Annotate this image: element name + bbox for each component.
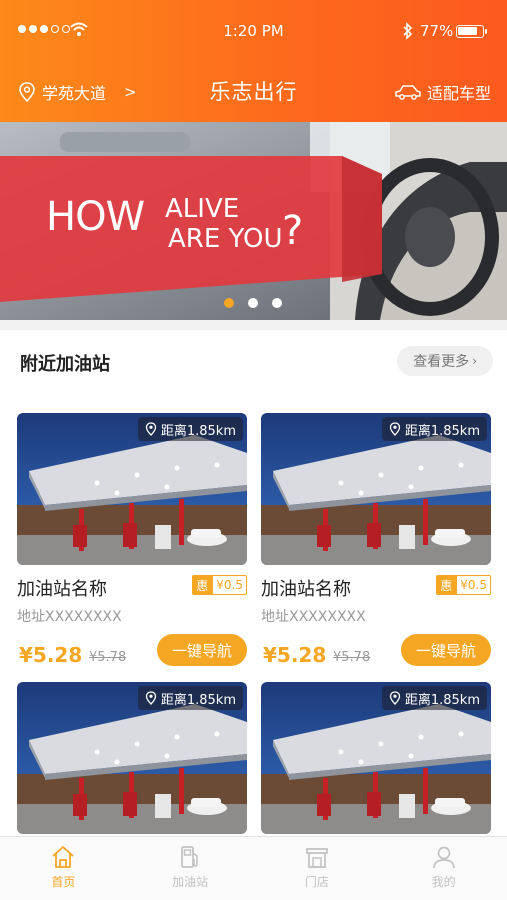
navigate-button[interactable]: 一键导航 bbox=[401, 634, 491, 666]
fuel-pump-icon bbox=[181, 846, 198, 868]
bottom-tab-bar: 首页 加油站 门店 我的 bbox=[0, 836, 507, 900]
station-photo: 距离1.85km bbox=[17, 682, 247, 834]
location-pin-icon bbox=[145, 422, 157, 436]
banner-headline-areyou: ARE YOU bbox=[168, 224, 283, 254]
location-pin-icon bbox=[389, 422, 401, 436]
station-card[interactable]: 距离1.85km 加油站名称 惠 ¥0.5 地址XXXXXXXX ¥5.28 ¥5.78 一键… bbox=[261, 413, 491, 667]
tab-label: 门店 bbox=[304, 875, 329, 889]
station-photo: 距离1.85km bbox=[261, 682, 491, 834]
battery-icon bbox=[456, 25, 487, 38]
tab-profile[interactable]: 我的 bbox=[380, 837, 507, 900]
station-photo: 距离1.85km bbox=[17, 413, 247, 565]
tab-home[interactable]: 首页 bbox=[0, 837, 127, 900]
distance-label: 距离1.85km bbox=[404, 423, 480, 439]
distance-label: 距离1.85km bbox=[160, 423, 236, 439]
distance-label: 距离1.85km bbox=[404, 692, 480, 708]
bluetooth-icon bbox=[403, 22, 413, 40]
tab-label: 首页 bbox=[51, 875, 76, 889]
status-bar: 1:20 PM 77% bbox=[0, 20, 507, 44]
tab-label: 我的 bbox=[431, 875, 456, 889]
tab-store[interactable]: 门店 bbox=[254, 837, 381, 900]
station-card[interactable]: 距离1.85km 加油站名称 惠 ¥0.5 地址XXXXXXXX ¥5.28 ¥5.78 一键… bbox=[17, 413, 247, 667]
promo-banner[interactable]: HOW ALIVE ARE YOU ? bbox=[0, 122, 507, 320]
station-name: 加油站名称 bbox=[261, 579, 351, 600]
discount-badge: 惠 ¥0.5 bbox=[436, 575, 491, 595]
station-address: 地址XXXXXXXX bbox=[17, 609, 122, 625]
carousel-dot[interactable] bbox=[248, 298, 258, 308]
distance-label: 距离1.85km bbox=[160, 692, 236, 708]
station-address: 地址XXXXXXXX bbox=[261, 609, 366, 625]
location-pin-icon bbox=[145, 691, 157, 705]
fuel-price: ¥5.28 bbox=[19, 643, 83, 667]
banner-headline-alive: ALIVE bbox=[165, 194, 240, 224]
view-more-button[interactable]: 查看更多 › bbox=[397, 346, 493, 376]
original-price: ¥5.78 bbox=[333, 650, 371, 665]
original-price: ¥5.78 bbox=[89, 650, 127, 665]
discount-amount: ¥0.5 bbox=[212, 575, 247, 595]
banner-question-mark: ? bbox=[282, 208, 304, 254]
user-icon bbox=[432, 846, 455, 869]
home-icon bbox=[52, 846, 74, 868]
car-model-label: 适配车型 bbox=[426, 84, 491, 103]
store-icon bbox=[306, 848, 328, 868]
station-list: 距离1.85km 加油站名称惠 ¥0.5 地址XXXXXXXX ¥5.28 ¥5.78 一键… bbox=[0, 392, 507, 836]
location-pin-icon bbox=[389, 691, 401, 705]
tab-label: 加油站 bbox=[172, 875, 209, 889]
station-name: 加油站名称 bbox=[17, 579, 107, 600]
discount-tag: 惠 bbox=[192, 575, 213, 595]
distance-badge: 距离1.85km bbox=[137, 686, 243, 710]
navigate-button[interactable]: 一键导航 bbox=[157, 634, 247, 666]
discount-tag: 惠 bbox=[436, 575, 457, 595]
battery-percent: 77% bbox=[420, 22, 454, 40]
carousel-dot[interactable] bbox=[272, 298, 282, 308]
view-more-label: 查看更多 bbox=[413, 354, 470, 370]
section-title: 附近加油站 bbox=[20, 354, 110, 375]
distance-badge: 距离1.85km bbox=[381, 417, 487, 441]
carousel-dot[interactable] bbox=[224, 298, 234, 308]
nav-bar: 学苑大道 > 乐志出行 适配车型 bbox=[0, 70, 507, 114]
car-model-button[interactable]: 适配车型 bbox=[394, 80, 491, 104]
chevron-right-icon: › bbox=[472, 354, 477, 368]
fuel-price: ¥5.28 bbox=[263, 643, 327, 667]
tab-stations[interactable]: 加油站 bbox=[127, 837, 254, 900]
nearby-stations-header: 附近加油站 查看更多 › bbox=[0, 330, 507, 392]
discount-badge: 惠 ¥0.5 bbox=[192, 575, 247, 595]
distance-badge: 距离1.85km bbox=[137, 417, 243, 441]
discount-amount: ¥0.5 bbox=[456, 575, 491, 595]
distance-badge: 距离1.85km bbox=[381, 686, 487, 710]
car-icon bbox=[395, 85, 421, 100]
station-card[interactable]: 距离1.85km bbox=[261, 682, 491, 834]
app-header: 1:20 PM 77% 学苑大道 > 乐志出行 适配车型 bbox=[0, 0, 507, 122]
station-card[interactable]: 距离1.85km bbox=[17, 682, 247, 834]
banner-headline-how: HOW bbox=[46, 194, 145, 240]
station-photo: 距离1.85km bbox=[261, 413, 491, 565]
carousel-dots bbox=[224, 298, 282, 308]
